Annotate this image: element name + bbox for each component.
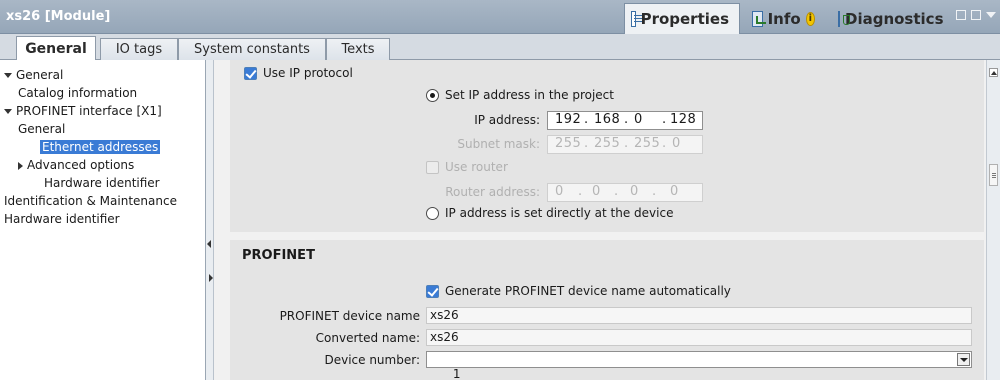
auto-generate-name-checkbox[interactable] [426,285,439,298]
navigation-tree: General Catalog information PROFINET int… [0,60,206,380]
tree-item-label: PROFINET interface [X1] [16,104,162,118]
expand-caret-icon[interactable] [4,73,12,78]
ip-protocol-section: Use IP protocol Set IP address in the pr… [230,60,984,232]
collapse-left-icon[interactable] [207,240,211,248]
use-router-checkbox[interactable] [426,161,439,174]
router-octet-3: 0 [630,184,639,199]
tree-item-interface-general[interactable]: General [18,120,65,138]
tree-item-identification-maintenance[interactable]: Identification & Maintenance [4,192,177,210]
tree-item-profinet-interface[interactable]: PROFINET interface [X1] [4,102,162,120]
menu-dropdown-icon[interactable] [986,12,996,18]
converted-name-label: Converted name: [315,331,420,345]
tree-item-general[interactable]: General [4,66,63,84]
router-address-label: Router address: [445,185,540,199]
window-controls [956,10,996,20]
maximize-icon[interactable] [971,10,981,20]
tab-diagnostics-label: Diagnostics [845,9,944,28]
ip-set-at-device-radio[interactable] [426,207,439,220]
expand-right-icon[interactable] [209,274,213,282]
tree-item-label: General [18,122,66,136]
tab-system-constants[interactable]: System constants [178,38,326,60]
ip-octet-1: 192 [555,112,582,127]
scroll-up-icon[interactable] [989,68,998,77]
router-octet-4: 0 [670,184,679,199]
router-octet-1: 0 [555,184,564,199]
device-number-value: 1 [452,367,461,380]
main-tab-row: General IO tags System constants Texts [0,34,1000,61]
tree-item-hardware-identifier[interactable]: Hardware identifier [4,210,120,228]
tab-diagnostics[interactable]: Diagnostics [832,3,944,34]
tree-item-label: Hardware identifier [44,176,160,190]
tab-general[interactable]: General [16,36,96,61]
mask-octet-3: 255 [634,136,661,151]
device-name-field[interactable]: xs26 [426,307,972,324]
tree-item-ethernet-addresses[interactable]: Ethernet addresses [40,138,161,156]
tree-item-label: General [16,68,64,82]
tree-item-advanced-options[interactable]: Advanced options [18,156,134,174]
ip-octet-4: 128 [670,112,697,127]
tab-info[interactable]: Info i [746,3,830,34]
ip-octet-3: 0 [634,112,643,127]
tree-item-catalog-information[interactable]: Catalog information [18,84,137,102]
tab-io-tags[interactable]: IO tags [100,38,178,60]
device-number-label: Device number: [324,353,420,367]
use-ip-protocol-checkbox[interactable] [244,67,257,80]
diagnostics-icon [838,10,850,27]
expand-caret-icon[interactable] [4,109,12,114]
use-ip-protocol-label: Use IP protocol [263,66,353,80]
tree-item-label: Hardware identifier [4,212,120,226]
device-number-select[interactable]: 1 [426,351,972,380]
chevron-down-icon[interactable] [957,353,970,366]
profinet-section: PROFINET Generate PROFINET device name a… [230,240,984,380]
ip-set-at-device-label: IP address is set directly at the device [445,206,674,220]
tab-texts[interactable]: Texts [326,38,390,60]
info-badge-icon: i [805,11,815,26]
converted-name-field: xs26 [426,329,972,346]
mask-octet-1: 255 [555,136,582,151]
mask-octet-4: 0 [672,136,681,151]
ip-octet-2: 168 [594,112,621,127]
mask-octet-2: 255 [594,136,621,151]
use-router-label: Use router [445,160,508,174]
float-window-icon[interactable] [956,10,966,20]
window-title: xs26 [Module] [6,9,111,24]
device-name-label: PROFINET device name [279,309,420,323]
set-ip-in-project-radio[interactable] [426,89,439,102]
tab-properties-label: Properties [640,10,729,28]
profinet-heading: PROFINET [242,248,315,263]
pane-splitter[interactable] [206,60,214,380]
tree-item-label: Ethernet addresses [40,140,161,154]
properties-content: Use IP protocol Set IP address in the pr… [214,60,986,380]
tree-item-label: Identification & Maintenance [4,194,177,208]
tree-item-label: Catalog information [18,86,138,100]
subnet-mask-label: Subnet mask: [457,137,540,151]
router-address-field[interactable]: 0 . 0 . 0 . 0 [547,183,703,202]
properties-icon [631,11,642,27]
subnet-mask-field[interactable]: 255 . 255 . 255 . 0 [547,135,703,154]
router-octet-2: 0 [592,184,601,199]
ip-address-field[interactable]: 192 . 168 . 0 . 128 [547,111,703,130]
ip-address-label: IP address: [474,113,540,127]
tab-properties[interactable]: Properties [624,3,740,34]
tree-item-interface-hardware-identifier[interactable]: Hardware identifier [44,174,160,192]
tree-item-label: Advanced options [27,158,135,172]
scrollbar-thumb[interactable] [989,164,998,186]
tab-info-label: Info [767,9,801,28]
auto-generate-name-label: Generate PROFINET device name automatica… [445,284,731,298]
collapse-caret-icon[interactable] [18,161,23,170]
info-icon [752,10,766,27]
vertical-scrollbar[interactable] [986,60,1000,380]
title-bar: xs26 [Module] Properties Info i Diagnost… [0,0,1000,34]
set-ip-in-project-label: Set IP address in the project [445,88,614,102]
